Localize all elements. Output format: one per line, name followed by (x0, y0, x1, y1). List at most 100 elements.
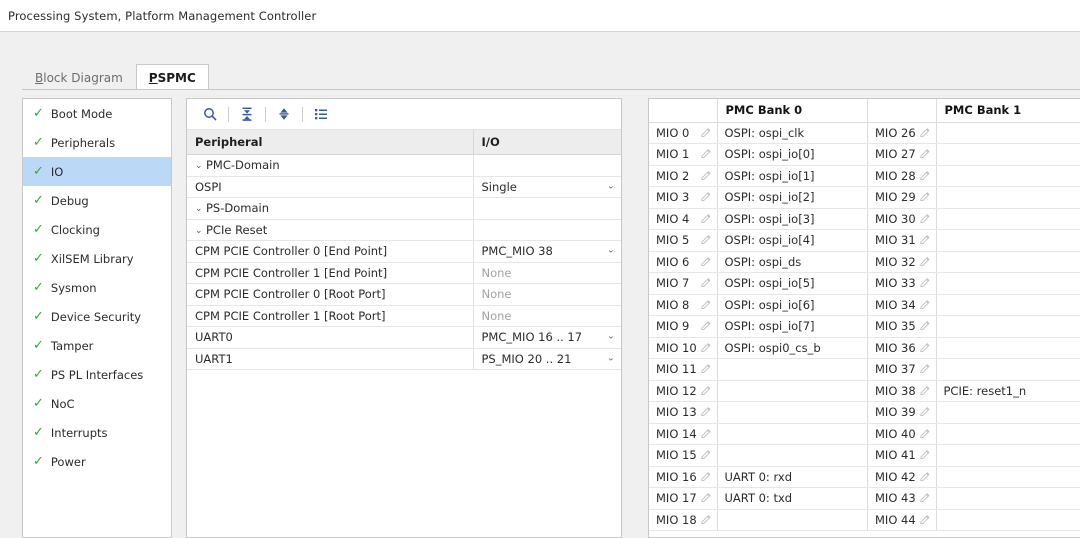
pencil-icon[interactable] (919, 277, 931, 289)
pencil-icon[interactable] (700, 406, 712, 418)
chevron-down-icon[interactable]: ⌄ (607, 182, 615, 191)
pencil-icon[interactable] (919, 213, 931, 225)
pencil-icon[interactable] (700, 256, 712, 268)
pencil-icon[interactable] (700, 449, 712, 461)
table-row[interactable]: ⌄PCIe Reset (187, 219, 621, 241)
chevron-down-icon[interactable]: ⌄ (607, 354, 615, 363)
table-row[interactable]: MIO 28 (868, 165, 1080, 187)
sidebar-item-clocking[interactable]: ✓Clocking (23, 215, 171, 244)
table-row[interactable]: CPM PCIE Controller 1 [End Point]None (187, 262, 621, 284)
pencil-icon[interactable] (919, 363, 931, 375)
mio-signal-cell[interactable] (936, 251, 1080, 273)
io-assignment-cell[interactable]: None (473, 284, 621, 306)
sidebar-item-peripherals[interactable]: ✓Peripherals (23, 128, 171, 157)
pencil-icon[interactable] (700, 191, 712, 203)
mio-signal-cell[interactable]: PCIE: reset1_n (936, 380, 1080, 402)
pencil-icon[interactable] (700, 234, 712, 246)
peripheral-name-cell[interactable]: UART0 (187, 327, 473, 349)
mio-signal-cell[interactable]: OSPI: ospi_io[4] (717, 230, 868, 252)
mio-signal-cell[interactable] (936, 509, 1080, 531)
table-row[interactable]: MIO 26 (868, 122, 1080, 144)
pencil-icon[interactable] (700, 320, 712, 332)
pencil-icon[interactable] (700, 514, 712, 526)
mio-signal-cell[interactable]: UART 0: rxd (717, 466, 868, 488)
table-row[interactable]: MIO 18 (649, 509, 868, 531)
collapse-all-icon[interactable] (234, 103, 260, 125)
chevron-down-icon[interactable]: ⌄ (195, 204, 206, 214)
io-assignment-cell[interactable]: PS_MIO 20 .. 21⌄ (473, 348, 621, 370)
table-row[interactable]: MIO 15 (649, 445, 868, 467)
table-row[interactable]: MIO 12 (649, 380, 868, 402)
table-row[interactable]: MIO 5OSPI: ospi_io[4] (649, 230, 868, 252)
pencil-icon[interactable] (700, 148, 712, 160)
table-row[interactable]: MIO 4OSPI: ospi_io[3] (649, 208, 868, 230)
table-row[interactable]: ⌄PMC-Domain (187, 155, 621, 177)
peripheral-name-cell[interactable]: ⌄PMC-Domain (187, 155, 473, 177)
chevron-down-icon[interactable]: ⌄ (195, 161, 206, 171)
pencil-icon[interactable] (919, 148, 931, 160)
table-row[interactable]: UART1PS_MIO 20 .. 21⌄ (187, 348, 621, 370)
column-header[interactable]: Peripheral (187, 130, 473, 155)
mio-signal-cell[interactable]: OSPI: ospi_ds (717, 251, 868, 273)
mio-signal-cell[interactable] (936, 165, 1080, 187)
chevron-down-icon[interactable]: ⌄ (195, 226, 206, 236)
mio-signal-cell[interactable] (936, 359, 1080, 381)
table-row[interactable]: MIO 2OSPI: ospi_io[1] (649, 165, 868, 187)
pencil-icon[interactable] (700, 213, 712, 225)
mio-signal-cell[interactable]: OSPI: ospi_io[3] (717, 208, 868, 230)
table-row[interactable]: MIO 32 (868, 251, 1080, 273)
tab-pspmc[interactable]: PSPMC (136, 64, 209, 90)
pencil-icon[interactable] (700, 471, 712, 483)
table-row[interactable]: MIO 36 (868, 337, 1080, 359)
peripheral-name-cell[interactable]: CPM PCIE Controller 0 [End Point] (187, 241, 473, 263)
mio-signal-cell[interactable]: UART 0: txd (717, 488, 868, 510)
table-row[interactable]: MIO 16UART 0: rxd (649, 466, 868, 488)
table-row[interactable]: CPM PCIE Controller 0 [End Point]PMC_MIO… (187, 241, 621, 263)
pencil-icon[interactable] (919, 170, 931, 182)
chevron-down-icon[interactable]: ⌄ (607, 247, 615, 256)
mio-signal-cell[interactable] (717, 380, 868, 402)
sidebar-item-xilsem-library[interactable]: ✓XilSEM Library (23, 244, 171, 273)
mio-signal-cell[interactable] (717, 445, 868, 467)
peripheral-name-cell[interactable]: CPM PCIE Controller 1 [End Point] (187, 262, 473, 284)
table-row[interactable]: MIO 39 (868, 402, 1080, 424)
table-row[interactable]: MIO 10OSPI: ospi0_cs_b (649, 337, 868, 359)
table-row[interactable]: MIO 27 (868, 144, 1080, 166)
table-row[interactable]: MIO 31 (868, 230, 1080, 252)
mio-signal-cell[interactable]: OSPI: ospi_io[2] (717, 187, 868, 209)
table-row[interactable]: MIO 14 (649, 423, 868, 445)
pencil-icon[interactable] (919, 406, 931, 418)
table-row[interactable]: MIO 30 (868, 208, 1080, 230)
sidebar-item-boot-mode[interactable]: ✓Boot Mode (23, 99, 171, 128)
mio-signal-cell[interactable]: OSPI: ospi_io[7] (717, 316, 868, 338)
list-view-icon[interactable] (308, 103, 334, 125)
pencil-icon[interactable] (919, 342, 931, 354)
pencil-icon[interactable] (700, 277, 712, 289)
pencil-icon[interactable] (700, 492, 712, 504)
pencil-icon[interactable] (919, 385, 931, 397)
table-row[interactable]: MIO 11 (649, 359, 868, 381)
table-row[interactable]: MIO 40 (868, 423, 1080, 445)
table-row[interactable]: MIO 17UART 0: txd (649, 488, 868, 510)
mio-signal-cell[interactable] (717, 509, 868, 531)
table-row[interactable]: MIO 29 (868, 187, 1080, 209)
table-row[interactable]: CPM PCIE Controller 0 [Root Port]None (187, 284, 621, 306)
sidebar-item-io[interactable]: ✓IO (23, 157, 171, 186)
table-row[interactable]: MIO 35 (868, 316, 1080, 338)
io-assignment-cell[interactable]: PMC_MIO 16 .. 17⌄ (473, 327, 621, 349)
table-row[interactable]: MIO 0OSPI: ospi_clk (649, 122, 868, 144)
table-row[interactable]: MIO 1OSPI: ospi_io[0] (649, 144, 868, 166)
mio-signal-cell[interactable] (936, 294, 1080, 316)
peripheral-name-cell[interactable]: CPM PCIE Controller 0 [Root Port] (187, 284, 473, 306)
pencil-icon[interactable] (700, 170, 712, 182)
mio-signal-cell[interactable]: OSPI: ospi_io[0] (717, 144, 868, 166)
sidebar-item-interrupts[interactable]: ✓Interrupts (23, 418, 171, 447)
peripheral-name-cell[interactable]: CPM PCIE Controller 1 [Root Port] (187, 305, 473, 327)
mio-signal-cell[interactable] (936, 122, 1080, 144)
sidebar-item-tamper[interactable]: ✓Tamper (23, 331, 171, 360)
mio-signal-cell[interactable] (936, 273, 1080, 295)
sidebar-item-sysmon[interactable]: ✓Sysmon (23, 273, 171, 302)
search-icon[interactable] (197, 103, 223, 125)
sidebar-item-ps-pl-interfaces[interactable]: ✓PS PL Interfaces (23, 360, 171, 389)
tab-block-diagram[interactable]: Block Diagram (22, 64, 136, 90)
